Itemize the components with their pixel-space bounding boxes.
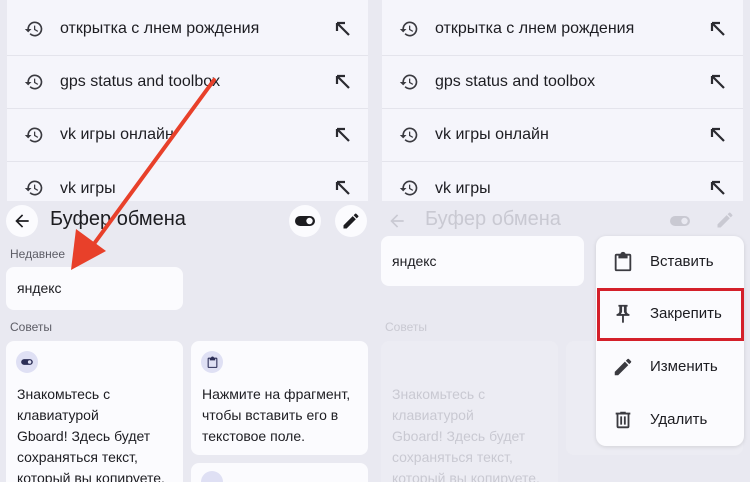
tip-card: Нажмите на фрагмент, чтобы вставить его … bbox=[191, 341, 368, 455]
clipboard-toggle-button[interactable] bbox=[668, 209, 692, 238]
suggestion-text: открытка с лнем рождения bbox=[435, 20, 635, 37]
suggestion-text: vk игры bbox=[435, 179, 491, 197]
fill-arrow-icon[interactable] bbox=[709, 73, 727, 91]
tip-text: Знакомьтесь с клавиатурой Gboard! Здесь … bbox=[17, 386, 165, 482]
menu-item-paste[interactable]: Вставить bbox=[596, 236, 744, 288]
suggestion-text: vk игры онлайн bbox=[435, 126, 549, 143]
history-icon bbox=[24, 21, 43, 37]
clipboard-edit-button[interactable] bbox=[715, 210, 735, 235]
tip-text: Знакомьтесь с клавиатурой Gboard! Здесь … bbox=[392, 386, 540, 482]
clipboard-title: Буфер обмена bbox=[425, 208, 561, 230]
suggestion-row[interactable]: открытка с лнем рождения bbox=[7, 3, 368, 56]
toggle-icon bbox=[670, 216, 690, 226]
toggle-icon bbox=[295, 216, 315, 226]
pencil-icon bbox=[614, 358, 632, 376]
fill-arrow-icon[interactable] bbox=[334, 73, 352, 91]
pencil-icon bbox=[343, 213, 359, 229]
tips-section-label: Советы bbox=[10, 320, 52, 334]
fill-arrow-icon[interactable] bbox=[709, 20, 727, 38]
tip-card bbox=[191, 463, 368, 482]
history-icon bbox=[399, 21, 418, 37]
context-menu: Вставить Закрепить Изменить Удалить bbox=[596, 236, 744, 446]
left-screenshot: открытка с лнем рождения gps status and … bbox=[0, 0, 375, 482]
menu-item-label: Вставить bbox=[650, 253, 714, 270]
recent-section-label: Недавнее bbox=[10, 247, 66, 261]
suggestion-row[interactable]: vk игры онлайн bbox=[7, 109, 368, 162]
clipboard-item[interactable]: яндекс bbox=[6, 267, 183, 310]
suggestion-text: gps status and toolbox bbox=[60, 73, 221, 90]
back-arrow-icon bbox=[15, 214, 29, 228]
back-button[interactable] bbox=[383, 207, 411, 235]
back-arrow-icon bbox=[390, 214, 404, 228]
clipboard-title: Буфер обмена bbox=[50, 208, 186, 230]
menu-item-label: Изменить bbox=[650, 358, 718, 375]
suggestion-list: открытка с лнем рождения gps status and … bbox=[7, 0, 368, 201]
suggestion-row[interactable]: gps status and toolbox bbox=[7, 56, 368, 109]
clipboard-header: Буфер обмена bbox=[0, 201, 375, 241]
fill-arrow-icon[interactable] bbox=[334, 179, 352, 197]
tip-card: Знакомьтесь с клавиатурой Gboard! Здесь … bbox=[381, 341, 558, 482]
suggestion-row[interactable]: открытка с лнем рождения bbox=[382, 3, 743, 56]
suggestion-text: gps status and toolbox bbox=[435, 73, 596, 90]
fill-arrow-icon[interactable] bbox=[709, 179, 727, 197]
toggle-icon bbox=[21, 359, 33, 365]
history-icon bbox=[24, 127, 43, 143]
fill-arrow-icon[interactable] bbox=[334, 126, 352, 144]
tip-text: Нажмите на фрагмент, чтобы вставить его … bbox=[202, 386, 351, 444]
history-icon bbox=[399, 180, 418, 196]
suggestion-row[interactable]: vk игры онлайн bbox=[382, 109, 743, 162]
clipboard-toggle-button[interactable] bbox=[289, 205, 321, 237]
clipboard-item-text: яндекс bbox=[17, 280, 62, 296]
tip-icon-badge bbox=[201, 471, 223, 482]
tip-icon-badge bbox=[16, 351, 38, 373]
paste-icon bbox=[614, 251, 632, 272]
suggestion-text: vk игры онлайн bbox=[60, 126, 174, 143]
tips-section-label: Советы bbox=[385, 320, 427, 334]
pin-highlight-frame bbox=[597, 288, 744, 341]
history-icon bbox=[24, 180, 43, 196]
pencil-icon bbox=[717, 212, 733, 228]
trash-icon bbox=[615, 411, 631, 429]
clipboard-item-text: яндекс bbox=[392, 253, 437, 269]
suggestion-row[interactable]: gps status and toolbox bbox=[382, 56, 743, 109]
menu-item-edit[interactable]: Изменить bbox=[596, 341, 744, 393]
history-icon bbox=[399, 74, 418, 90]
clipboard-icon bbox=[207, 356, 217, 368]
clipboard-edit-button[interactable] bbox=[335, 205, 367, 237]
history-icon bbox=[24, 74, 43, 90]
tip-card: Знакомьтесь с клавиатурой Gboard! Здесь … bbox=[6, 341, 183, 482]
tip-icon-badge bbox=[201, 351, 223, 373]
clipboard-item-selected[interactable]: яндекс bbox=[381, 236, 584, 286]
fill-arrow-icon[interactable] bbox=[334, 20, 352, 38]
history-icon bbox=[399, 127, 418, 143]
menu-item-delete[interactable]: Удалить bbox=[596, 394, 744, 446]
clipboard-header: Буфер обмена bbox=[375, 201, 750, 241]
suggestion-text: открытка с лнем рождения bbox=[60, 20, 260, 37]
fill-arrow-icon[interactable] bbox=[709, 126, 727, 144]
menu-item-label: Удалить bbox=[650, 411, 708, 428]
suggestion-text: vk игры bbox=[60, 179, 116, 197]
suggestion-list: открытка с лнем рождения gps status and … bbox=[382, 0, 743, 201]
back-button[interactable] bbox=[6, 205, 38, 237]
